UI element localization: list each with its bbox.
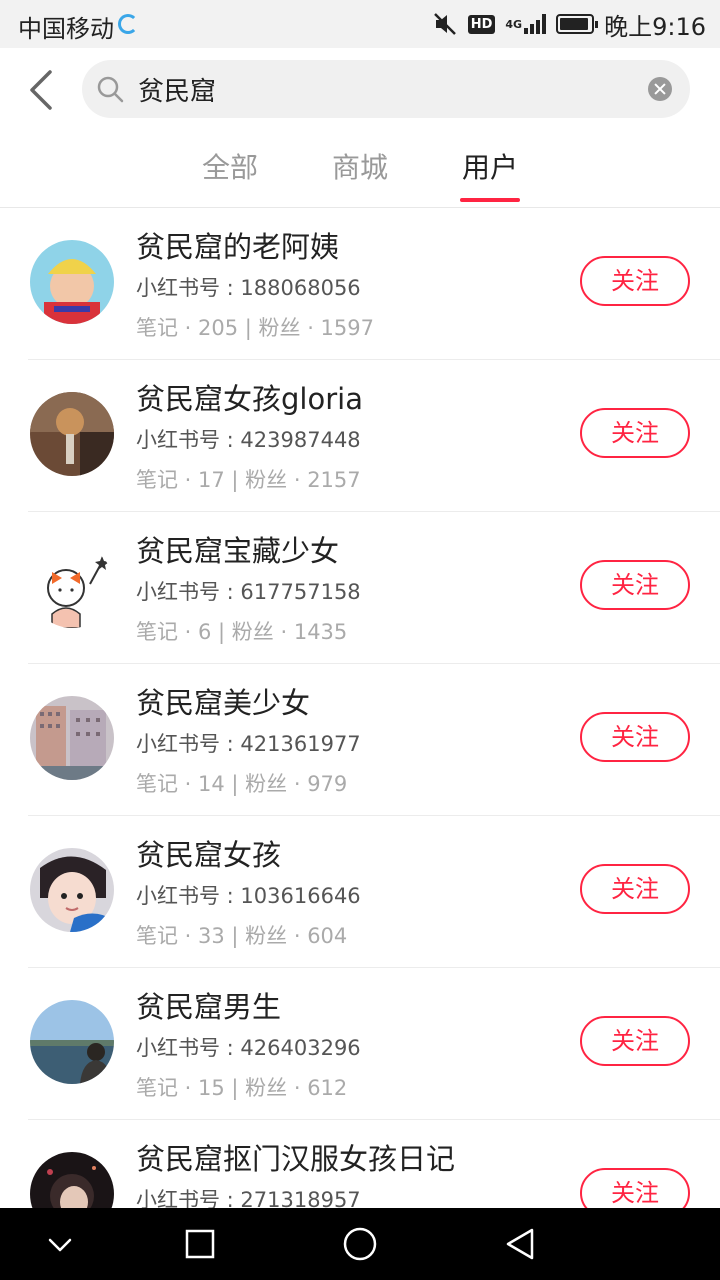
user-stats: 笔记 · 6 | 粉丝 · 1435 [136, 620, 348, 644]
home-icon[interactable] [342, 1226, 378, 1262]
user-list: 贫民窟的老阿姨 小红书号 : 188068056 笔记 · 205 | 粉丝 ·… [0, 208, 720, 1272]
avatar[interactable] [30, 544, 114, 628]
status-icons: HD 4G 晚上9:16 [432, 6, 706, 42]
search-input[interactable]: 贫民窟 [82, 60, 690, 118]
list-item[interactable]: 贫民窟女孩gloria 小红书号 : 423987448 笔记 · 17 | 粉… [0, 360, 720, 512]
follow-button[interactable]: 关注 [580, 408, 690, 458]
navigation-bar [0, 1208, 720, 1280]
network-label: 4G [505, 17, 523, 31]
user-id: 小红书号 : 426403296 [136, 1036, 361, 1060]
search-icon [97, 76, 124, 103]
clear-icon[interactable] [648, 77, 672, 101]
avatar[interactable] [30, 392, 114, 476]
status-bar: 中国移动 HD 4G 晚上9:16 [0, 0, 720, 48]
avatar[interactable] [30, 240, 114, 324]
user-stats: 笔记 · 15 | 粉丝 · 612 [136, 1076, 348, 1100]
signal-icon [524, 14, 547, 34]
battery-icon [556, 14, 599, 34]
tab-mall[interactable]: 商城 [320, 146, 400, 186]
user-stats: 笔记 · 33 | 粉丝 · 604 [136, 924, 348, 948]
follow-button[interactable]: 关注 [580, 712, 690, 762]
hd-badge: HD [467, 14, 496, 34]
user-name: 贫民窟宝藏少女 [136, 534, 340, 568]
user-name: 贫民窟男生 [136, 990, 282, 1024]
follow-button[interactable]: 关注 [580, 560, 690, 610]
avatar[interactable] [30, 696, 114, 780]
collapse-icon[interactable] [42, 1226, 78, 1262]
user-name: 贫民窟美少女 [136, 686, 311, 720]
avatar[interactable] [30, 848, 114, 932]
follow-button[interactable]: 关注 [580, 864, 690, 914]
tab-users[interactable]: 用户 [450, 146, 530, 186]
cloud-icon [118, 14, 138, 34]
back-button[interactable] [22, 66, 62, 114]
list-item[interactable]: 贫民窟的老阿姨 小红书号 : 188068056 笔记 · 205 | 粉丝 ·… [0, 208, 720, 360]
follow-button[interactable]: 关注 [580, 256, 690, 306]
mute-icon [433, 13, 456, 35]
list-item[interactable]: 贫民窟女孩 小红书号 : 103616646 笔记 · 33 | 粉丝 · 60… [0, 816, 720, 968]
active-tab-indicator [460, 198, 520, 202]
user-name: 贫民窟女孩gloria [136, 382, 363, 416]
user-stats: 笔记 · 205 | 粉丝 · 1597 [136, 316, 375, 340]
avatar[interactable] [30, 1000, 114, 1084]
tab-bar: 全部 商城 用户 [0, 134, 720, 208]
search-query: 贫民窟 [138, 77, 217, 107]
back-arrow-icon [30, 70, 52, 110]
clock: 晚上9:16 [604, 12, 706, 41]
user-name: 贫民窟抠门汉服女孩日记 [136, 1142, 456, 1176]
list-item[interactable]: 贫民窟美少女 小红书号 : 421361977 笔记 · 14 | 粉丝 · 9… [0, 664, 720, 816]
user-id: 小红书号 : 188068056 [136, 276, 361, 300]
list-item[interactable]: 贫民窟男生 小红书号 : 426403296 笔记 · 15 | 粉丝 · 61… [0, 968, 720, 1120]
user-stats: 笔记 · 14 | 粉丝 · 979 [136, 772, 348, 796]
user-id: 小红书号 : 103616646 [136, 884, 361, 908]
carrier-label: 中国移动 [18, 15, 114, 43]
user-id: 小红书号 : 617757158 [136, 580, 361, 604]
user-id: 小红书号 : 421361977 [136, 732, 361, 756]
user-id: 小红书号 : 423987448 [136, 428, 361, 452]
user-name: 贫民窟女孩 [136, 838, 282, 872]
user-stats: 笔记 · 17 | 粉丝 · 2157 [136, 468, 361, 492]
recent-apps-icon[interactable] [182, 1226, 218, 1262]
follow-button[interactable]: 关注 [580, 1016, 690, 1066]
back-nav-icon[interactable] [502, 1226, 538, 1262]
user-name: 贫民窟的老阿姨 [136, 230, 340, 264]
list-item[interactable]: 贫民窟宝藏少女 小红书号 : 617757158 笔记 · 6 | 粉丝 · 1… [0, 512, 720, 664]
tab-all[interactable]: 全部 [190, 146, 270, 186]
